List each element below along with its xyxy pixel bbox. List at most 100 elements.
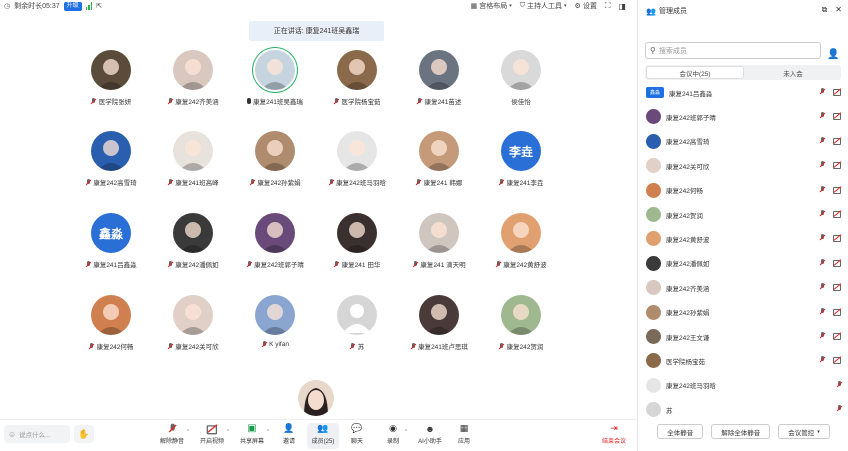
raise-hand-button[interactable]: ✋ bbox=[74, 425, 94, 443]
member-row[interactable]: 康复242班郭子晴 bbox=[646, 108, 842, 125]
participant-tile[interactable]: 康复242齐美涵 bbox=[152, 50, 234, 120]
host-tools-button[interactable]: ⛉ 主持人工具 ▾ bbox=[520, 1, 567, 11]
apps-button[interactable]: ▦ 应用 bbox=[448, 423, 480, 449]
member-row[interactable]: 医学院杨宝茹 bbox=[646, 352, 842, 369]
unmute-all-button[interactable]: 解除全体静音 bbox=[711, 424, 771, 439]
member-row[interactable]: 鑫淼 康复241吕鑫淼 bbox=[646, 84, 842, 101]
participant-tile[interactable]: 康复242高雪琦 bbox=[70, 131, 152, 201]
member-search-input[interactable]: ⚲ 搜索成员 bbox=[645, 42, 821, 59]
member-row[interactable]: 康复242贺润 bbox=[646, 206, 842, 223]
participant-tile[interactable]: 康复242关可欣 bbox=[152, 295, 234, 365]
participant-tile[interactable]: 康复241 滴天明 bbox=[398, 213, 480, 283]
participant-tile[interactable]: 康复241 田华 bbox=[316, 213, 398, 283]
participant-tile[interactable]: 侯佳怡 bbox=[480, 50, 562, 120]
participant-tile[interactable]: 李垚 康复241李垚 bbox=[480, 131, 562, 201]
participant-tile[interactable]: 医学院杨宝茹 bbox=[316, 50, 398, 120]
record-button[interactable]: ◉ 录制 bbox=[377, 423, 409, 449]
sidebar-toggle-icon[interactable]: ◨ bbox=[618, 2, 626, 11]
record-options-caret[interactable]: ^ bbox=[405, 429, 407, 435]
camera-off-icon[interactable] bbox=[833, 112, 842, 121]
mic-off-icon[interactable] bbox=[819, 283, 825, 290]
member-row[interactable]: 康复242王文谦 bbox=[646, 328, 842, 345]
participant-name-row: 康复242班马羽晗 bbox=[328, 177, 386, 187]
mic-off-icon[interactable] bbox=[819, 136, 825, 144]
invite-button[interactable]: 👤 邀请 bbox=[273, 423, 305, 449]
member-row[interactable]: 康复242黄舒波 bbox=[646, 230, 842, 247]
participant-tile[interactable]: 鑫淼 康复241吕鑫淼 bbox=[70, 213, 152, 283]
camera-off-icon[interactable] bbox=[833, 332, 842, 340]
tab-in-meeting[interactable]: 会议中(25) bbox=[646, 66, 744, 79]
mic-off-icon[interactable] bbox=[819, 356, 825, 363]
ai-assistant-button[interactable]: ☻ AI小助手 bbox=[414, 423, 446, 449]
mic-off-icon[interactable] bbox=[819, 307, 825, 315]
mic-off-icon[interactable] bbox=[819, 234, 825, 241]
participant-tile[interactable]: 康复241班吴鑫瑞 bbox=[234, 50, 316, 120]
mute-all-button[interactable]: 全体静音 bbox=[657, 424, 704, 439]
chat-input[interactable]: ☺ 说点什么... bbox=[4, 425, 70, 443]
self-video[interactable] bbox=[298, 380, 334, 416]
mic-off-icon[interactable] bbox=[819, 112, 825, 119]
camera-off-icon[interactable] bbox=[833, 88, 842, 96]
mic-off-icon[interactable] bbox=[819, 210, 825, 217]
camera-off-icon[interactable] bbox=[833, 308, 842, 316]
participant-tile[interactable]: 康复242孙紫娟 bbox=[234, 131, 316, 201]
member-row[interactable]: 康复242高雪琦 bbox=[646, 133, 842, 150]
camera-off-icon[interactable] bbox=[833, 186, 842, 194]
fullscreen-icon[interactable]: ⛶ bbox=[605, 1, 611, 11]
share-screen-button[interactable]: ▣ 共享屏幕 bbox=[236, 423, 268, 449]
member-row[interactable]: 康复242孙紫娟 bbox=[646, 304, 842, 321]
settings-button[interactable]: ⚙ 设置 bbox=[575, 1, 597, 11]
mic-off-icon[interactable] bbox=[836, 380, 842, 388]
participant-tile[interactable]: 康复242潘佩如 bbox=[152, 213, 234, 283]
participant-tile[interactable]: 康复242班郭子晴 bbox=[234, 213, 316, 283]
camera-off-icon[interactable] bbox=[833, 283, 842, 292]
camera-off-icon[interactable] bbox=[833, 137, 842, 145]
share-out-icon[interactable]: ⇱ bbox=[96, 2, 102, 10]
participant-tile[interactable]: 苏 bbox=[316, 295, 398, 365]
upgrade-button[interactable]: 升级 bbox=[63, 1, 82, 11]
tab-not-joined[interactable]: 未入会 bbox=[745, 65, 841, 80]
camera-off-icon[interactable] bbox=[833, 259, 842, 267]
avatar: 鑫淼 bbox=[91, 213, 131, 253]
participant-name: 康复242班郭子晴 bbox=[254, 262, 304, 269]
member-row[interactable]: 康复242潘佩如 bbox=[646, 255, 842, 272]
member-row[interactable]: 康复242何畅 bbox=[646, 182, 842, 199]
meeting-control-button[interactable]: 会议管控 ▾ bbox=[778, 424, 830, 439]
chat-button[interactable]: 💬 聊天 bbox=[341, 423, 373, 449]
member-row[interactable]: 康复242关可欣 bbox=[646, 157, 842, 174]
video-options-caret[interactable]: ^ bbox=[227, 429, 229, 435]
member-row[interactable]: 康复242班马羽晗 bbox=[646, 377, 842, 394]
participant-tile[interactable]: 康复242贺润 bbox=[480, 295, 562, 365]
mic-off-icon[interactable] bbox=[819, 185, 825, 193]
participant-tile[interactable]: 康复241班高峰 bbox=[152, 131, 234, 201]
start-video-button[interactable]: 开启视频 bbox=[196, 423, 228, 449]
unmute-options-caret[interactable]: ^ bbox=[187, 429, 189, 435]
mic-off-icon[interactable] bbox=[819, 258, 825, 266]
share-options-caret[interactable]: ^ bbox=[267, 429, 269, 435]
participant-tile[interactable]: 康复242何畅 bbox=[70, 295, 152, 365]
member-row[interactable]: 康复242齐美涵 bbox=[646, 279, 842, 296]
mic-off-icon[interactable] bbox=[819, 88, 825, 95]
participant-tile[interactable]: 康复241苗述 bbox=[398, 50, 480, 120]
popout-icon[interactable]: ⧉ bbox=[822, 5, 828, 15]
mic-off-icon[interactable] bbox=[836, 405, 842, 412]
camera-off-icon[interactable] bbox=[833, 234, 842, 243]
mic-off-icon[interactable] bbox=[819, 161, 825, 168]
camera-off-icon[interactable] bbox=[833, 161, 842, 170]
participant-tile[interactable]: 康复242黄舒波 bbox=[480, 213, 562, 283]
participant-tile[interactable]: K yifan bbox=[234, 295, 316, 365]
camera-off-icon[interactable] bbox=[833, 210, 842, 218]
participant-tile[interactable]: 康复241班卢思琪 bbox=[398, 295, 480, 365]
members-button[interactable]: 👥 成员(25) bbox=[307, 423, 339, 449]
layout-button[interactable]: ▦ 宫格布局 ▾ bbox=[471, 1, 512, 11]
participant-tile[interactable]: 医学院张妍 bbox=[70, 50, 152, 120]
end-meeting-button[interactable]: ⇥ 结束会议 bbox=[598, 423, 630, 449]
member-row[interactable]: 苏 bbox=[646, 401, 842, 418]
add-member-button[interactable]: 👤 bbox=[827, 44, 841, 60]
close-icon[interactable]: ✕ bbox=[835, 5, 842, 15]
participant-tile[interactable]: 康复242班马羽晗 bbox=[316, 131, 398, 201]
mic-off-icon[interactable] bbox=[819, 332, 825, 339]
unmute-button[interactable]: 解除静音 bbox=[156, 423, 188, 449]
participant-tile[interactable]: 康复241 韩娜 bbox=[398, 131, 480, 201]
camera-off-icon[interactable] bbox=[833, 356, 842, 365]
